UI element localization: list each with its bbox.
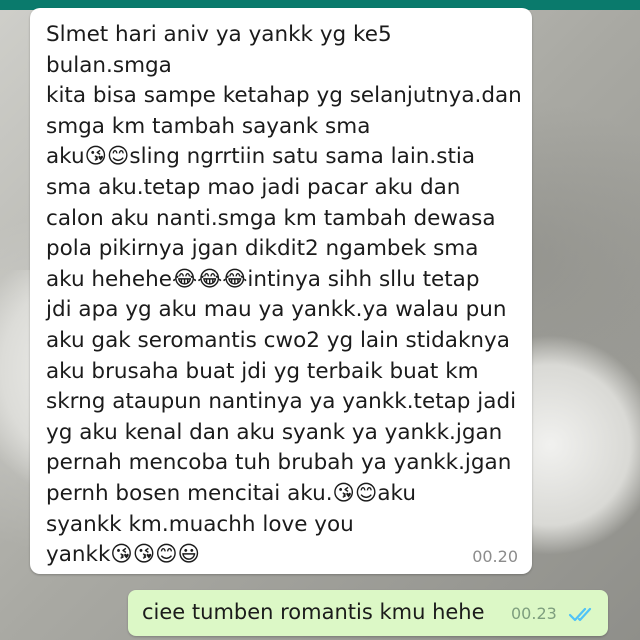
outgoing-message-time: 00.23: [511, 604, 557, 623]
incoming-message-bubble[interactable]: Slmet hari aniv ya yankk yg ke5 bulan.sm…: [30, 8, 532, 574]
incoming-message-time: 00.20: [472, 547, 518, 566]
outgoing-message-bubble[interactable]: ciee tumben romantis kmu hehe 00.23: [128, 590, 608, 636]
outgoing-message-text: ciee tumben romantis kmu hehe: [142, 600, 485, 624]
double-check-read-icon: [568, 607, 592, 622]
incoming-message-text: Slmet hari aniv ya yankk yg ke5 bulan.sm…: [46, 22, 522, 568]
